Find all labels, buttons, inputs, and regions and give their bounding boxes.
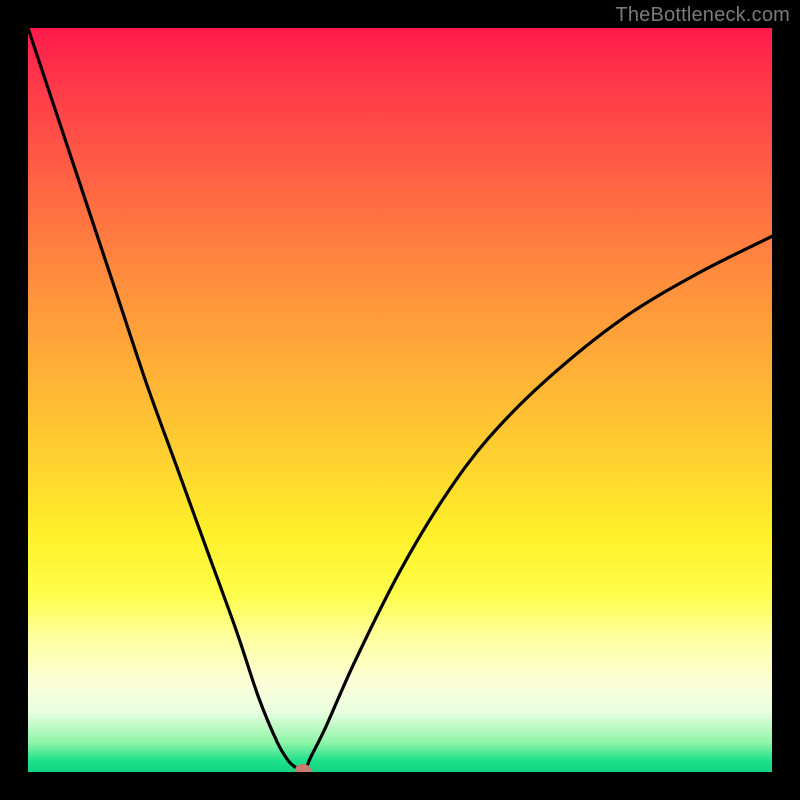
bottleneck-curve — [28, 28, 772, 772]
plot-area — [28, 28, 772, 772]
chart-frame: TheBottleneck.com — [0, 0, 800, 800]
optimum-marker — [295, 764, 311, 772]
watermark-text: TheBottleneck.com — [615, 4, 790, 27]
